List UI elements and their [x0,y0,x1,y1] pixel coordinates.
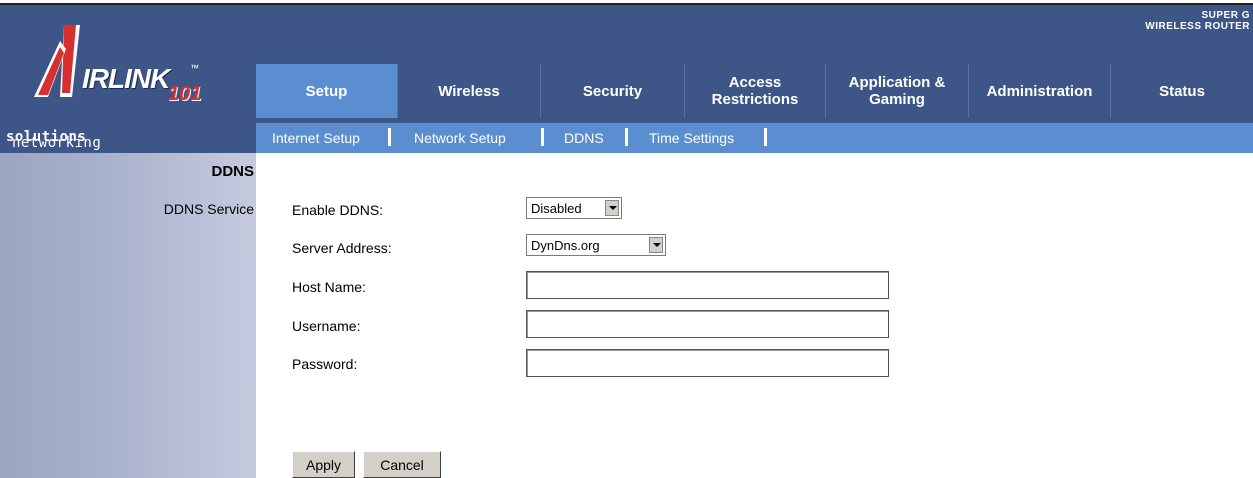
subnav-network-setup[interactable]: Network Setup [414,130,506,146]
logo-number: 101 [168,83,202,105]
sidebar: DDNS DDNS Service [0,153,256,478]
enable-ddns-select[interactable]: Disabled [526,197,622,219]
sidebar-section-title: DDNS [211,163,254,180]
tab-security[interactable]: Security [540,64,684,118]
enable-ddns-label: Enable DDNS: [292,202,384,218]
cancel-button[interactable]: Cancel [363,451,441,478]
subnav-separator [541,128,544,146]
subnav-time-settings[interactable]: Time Settings [649,130,734,146]
subnav-separator [625,128,628,146]
host-name-label: Host Name: [292,279,366,295]
subnav-separator [764,128,767,146]
password-input[interactable] [526,349,889,377]
apply-button[interactable]: Apply [292,451,355,478]
logo-trademark: ™ [190,63,199,73]
brand-line-2: WIRELESS ROUTER [1145,21,1250,32]
tab-access-restrictions[interactable]: Access Restrictions [684,64,825,118]
brand-line-1: SUPER G [1201,10,1250,21]
sub-navigation: Internet Setup Network Setup DDNS Time S… [256,123,1253,153]
tagline-light: networking [12,135,102,151]
tagline: networking solutions [0,123,256,153]
server-address-value: DynDns.org [531,238,600,253]
tab-setup[interactable]: Setup [256,64,397,118]
chevron-down-icon[interactable] [605,200,619,216]
username-input[interactable] [526,310,889,338]
chevron-down-icon[interactable] [649,237,663,253]
tab-wireless[interactable]: Wireless [397,64,540,118]
tab-application-gaming[interactable]: Application & Gaming [825,64,968,118]
password-label: Password: [292,356,358,372]
main-tabs: Setup Wireless Security Access Restricti… [256,64,1253,118]
logo-wordmark: IRLINK [82,63,170,94]
sidebar-item-ddns-service: DDNS Service [163,201,254,217]
subnav-internet-setup[interactable]: Internet Setup [272,130,360,146]
tab-status[interactable]: Status [1110,64,1253,118]
server-address-label: Server Address: [292,240,392,256]
product-brand: SUPER G WIRELESS ROUTER [1145,10,1250,32]
host-name-input[interactable] [526,271,889,299]
server-address-select[interactable]: DynDns.org [526,234,666,256]
airlink-logo: IRLINK ™ 101 [0,5,256,123]
subnav-ddns[interactable]: DDNS [564,130,604,146]
tab-administration[interactable]: Administration [968,64,1110,118]
enable-ddns-value: Disabled [531,201,582,216]
subnav-separator [388,128,391,146]
username-label: Username: [292,318,361,334]
